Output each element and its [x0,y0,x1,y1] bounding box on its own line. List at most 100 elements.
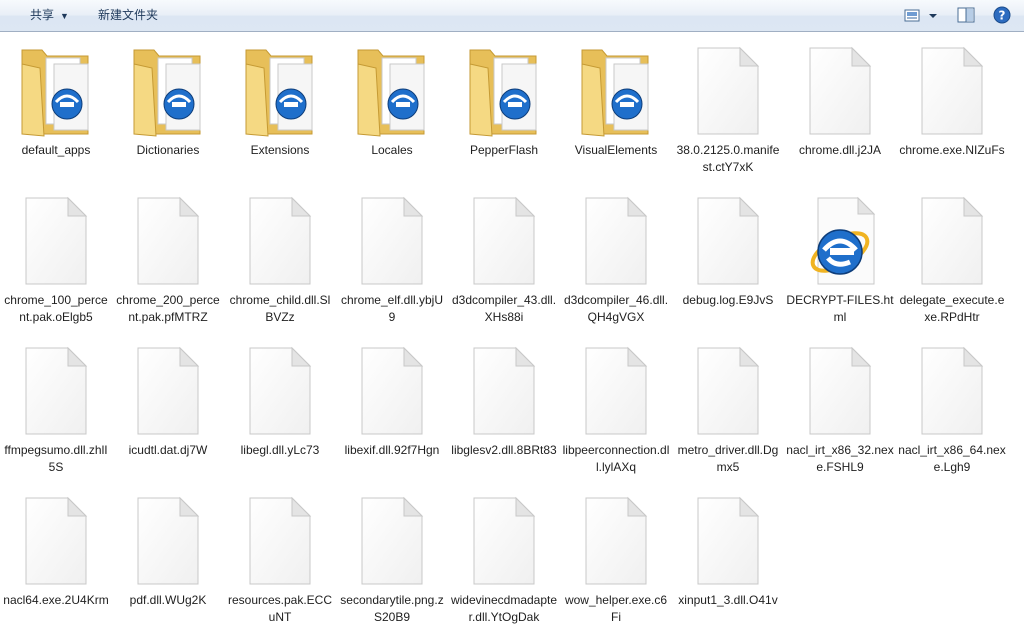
item-label: delegate_execute.exe.RPdHtr [899,293,1005,324]
blank-file-icon [916,44,988,140]
file-item[interactable]: chrome_200_percent.pak.pfMTRZ [112,186,224,336]
file-item[interactable]: libpeerconnection.dll.lylAXq [560,336,672,486]
item-label: widevinecdmadapter.dll.YtOgDak [450,593,558,624]
chevron-down-icon: ▼ [60,11,69,21]
file-grid: default_apps Dictionaries Extensions Locale… [0,32,1024,628]
file-item[interactable]: metro_driver.dll.Dgmx5 [672,336,784,486]
folder-icon [20,44,92,140]
blank-file-icon [916,194,988,290]
file-item[interactable]: chrome_elf.dll.ybjU9 [336,186,448,336]
blank-file-icon [580,344,652,440]
blank-file-icon [468,344,540,440]
blank-file-icon [692,344,764,440]
blank-file-icon [132,494,204,590]
item-label: debug.log.E9JvS [682,293,774,307]
folder-icon [468,44,540,140]
preview-pane-button[interactable] [956,0,978,31]
preview-pane-icon [957,7,975,23]
item-label: secondarytile.png.zS20B9 [340,593,444,624]
help-button[interactable]: ? [992,0,1012,31]
file-item[interactable]: delegate_execute.exe.RPdHtr [896,186,1008,336]
view-options-button[interactable] [902,0,942,31]
blank-file-icon [356,344,428,440]
item-label: resources.pak.ECCuNT [227,593,333,624]
item-label: xinput1_3.dll.O41v [678,593,778,607]
blank-file-icon [692,44,764,140]
blank-file-icon [468,494,540,590]
blank-file-icon [244,344,316,440]
item-label: DECRYPT-FILES.html [786,293,894,324]
item-label: libpeerconnection.dll.lylAXq [562,443,670,474]
item-label: d3dcompiler_43.dll.XHs88i [451,293,557,324]
folder-item[interactable]: Extensions [224,36,336,186]
file-item[interactable]: libegl.dll.yLc73 [224,336,336,486]
file-item[interactable]: nacl_irt_x86_32.nexe.FSHL9 [784,336,896,486]
blank-file-icon [580,194,652,290]
folder-item[interactable]: PepperFlash [448,36,560,186]
folder-icon [244,44,316,140]
file-item[interactable]: wow_helper.exe.c6Fi [560,486,672,636]
file-item[interactable]: 38.0.2125.0.manifest.ctY7xK [672,36,784,186]
item-label: libegl.dll.yLc73 [240,443,320,457]
file-item[interactable]: chrome.dll.j2JA [784,36,896,186]
view-options-icon [904,9,937,22]
item-label: chrome_elf.dll.ybjU9 [340,293,444,324]
item-label: ffmpegsumo.dll.zhlI5S [4,443,108,474]
file-item[interactable]: secondarytile.png.zS20B9 [336,486,448,636]
item-label: libglesv2.dll.8BRt83 [451,443,557,457]
file-item[interactable]: libglesv2.dll.8BRt83 [448,336,560,486]
file-item[interactable]: DECRYPT-FILES.html [784,186,896,336]
blank-file-icon [244,494,316,590]
file-item[interactable]: nacl64.exe.2U4Krm [0,486,112,636]
item-label: chrome_200_percent.pak.pfMTRZ [116,293,220,324]
file-item[interactable]: libexif.dll.92f7Hgn [336,336,448,486]
svg-text:?: ? [999,9,1006,23]
item-label: chrome.exe.NIZuFs [899,143,1005,157]
file-item[interactable]: widevinecdmadapter.dll.YtOgDak [448,486,560,636]
file-item[interactable]: d3dcompiler_43.dll.XHs88i [448,186,560,336]
folder-item[interactable]: Locales [336,36,448,186]
share-button[interactable]: 共享 ▼ [30,0,69,31]
item-label: 38.0.2125.0.manifest.ctY7xK [676,143,780,174]
folder-item[interactable]: VisualElements [560,36,672,186]
share-button-label: 共享 [30,8,55,22]
file-item[interactable]: chrome_child.dll.SlBVZz [224,186,336,336]
help-icon: ? [993,6,1011,24]
item-label: Extensions [250,143,310,157]
folder-icon [132,44,204,140]
item-label: chrome.dll.j2JA [798,143,882,157]
blank-file-icon [804,44,876,140]
folder-item[interactable]: default_apps [0,36,112,186]
new-folder-button[interactable]: 新建文件夹 [98,0,158,31]
folder-item[interactable]: Dictionaries [112,36,224,186]
file-item[interactable]: pdf.dll.WUg2K [112,486,224,636]
folder-icon [356,44,428,140]
item-label: chrome_child.dll.SlBVZz [229,293,331,324]
blank-file-icon [356,194,428,290]
blank-file-icon [244,194,316,290]
blank-file-icon [20,194,92,290]
blank-file-icon [20,344,92,440]
file-item[interactable]: nacl_irt_x86_64.nexe.Lgh9 [896,336,1008,486]
item-label: metro_driver.dll.Dgmx5 [677,443,779,474]
item-label: VisualElements [574,143,658,157]
file-item[interactable]: debug.log.E9JvS [672,186,784,336]
item-label: d3dcompiler_46.dll.QH4gVGX [563,293,669,324]
blank-file-icon [132,344,204,440]
item-label: wow_helper.exe.c6Fi [564,593,668,624]
item-label: nacl_irt_x86_64.nexe.Lgh9 [898,443,1006,474]
blank-file-icon [468,194,540,290]
file-item[interactable]: chrome.exe.NIZuFs [896,36,1008,186]
file-item[interactable]: icudtl.dat.dj7W [112,336,224,486]
blank-file-icon [20,494,92,590]
item-label: chrome_100_percent.pak.oElgb5 [4,293,108,324]
file-item[interactable]: ffmpegsumo.dll.zhlI5S [0,336,112,486]
blank-file-icon [692,494,764,590]
file-item[interactable]: xinput1_3.dll.O41v [672,486,784,636]
file-item[interactable]: chrome_100_percent.pak.oElgb5 [0,186,112,336]
item-label: pdf.dll.WUg2K [129,593,207,607]
item-label: nacl_irt_x86_32.nexe.FSHL9 [786,443,894,474]
blank-file-icon [804,344,876,440]
file-item[interactable]: resources.pak.ECCuNT [224,486,336,636]
file-item[interactable]: d3dcompiler_46.dll.QH4gVGX [560,186,672,336]
